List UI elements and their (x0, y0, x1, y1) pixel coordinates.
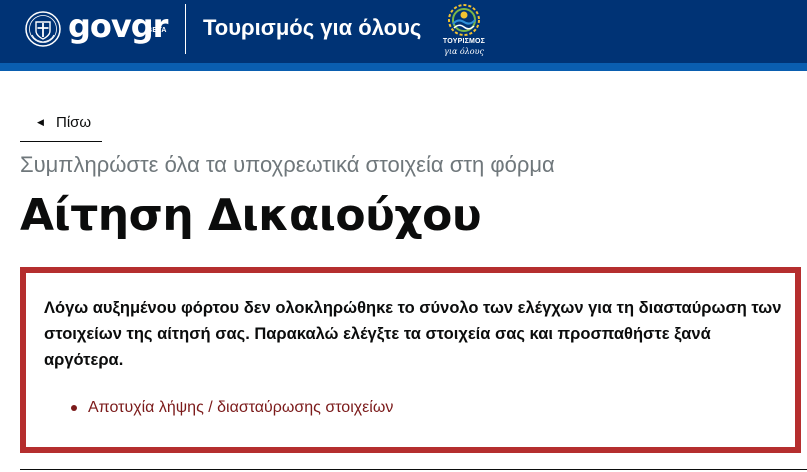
beta-badge: BETA (147, 27, 167, 34)
page-caption: Συμπληρώστε όλα τα υποχρεωτικά στοιχεία … (20, 152, 555, 177)
error-summary-item[interactable]: Αποτυχία λήψης / διασταύρωσης στοιχείων (71, 397, 393, 419)
error-summary-message: Λόγω αυξημένου φόρτου δεν ολοκληρώθηκε τ… (44, 299, 782, 369)
header-divider (185, 4, 186, 54)
govgr-logo[interactable]: govgr (68, 8, 168, 44)
site-header: govgr BETA Τουρισμός για όλους ΤΟΥΡΙΣΜΟΣ… (0, 0, 807, 63)
header-stripe (0, 63, 807, 71)
error-summary-list: Αποτυχία λήψης / διασταύρωσης στοιχείων (71, 397, 393, 419)
caret-left-icon: ◀ (37, 117, 44, 127)
page-title: Αίτηση Δικαιούχου (20, 190, 482, 241)
tourism-logo-icon (448, 4, 480, 36)
greek-emblem-icon[interactable] (25, 11, 61, 47)
error-summary-link[interactable]: Αποτυχία λήψης / διασταύρωσης στοιχείων (88, 399, 393, 416)
back-link[interactable]: ◀ Πίσω (20, 111, 102, 142)
bullet-icon (71, 405, 77, 411)
tourism-logo-subtitle: για όλους (444, 47, 484, 56)
back-link-label[interactable]: Πίσω (56, 114, 91, 131)
section-divider (20, 469, 807, 470)
tourism-logo-word: ΤΟΥΡΙΣΜΟΣ (442, 38, 486, 45)
tourism-logo: ΤΟΥΡΙΣΜΟΣ για όλους (437, 4, 491, 60)
service-title[interactable]: Τουρισμός για όλους (203, 14, 421, 42)
error-summary: Λόγω αυξημένου φόρτου δεν ολοκληρώθηκε τ… (20, 267, 801, 453)
